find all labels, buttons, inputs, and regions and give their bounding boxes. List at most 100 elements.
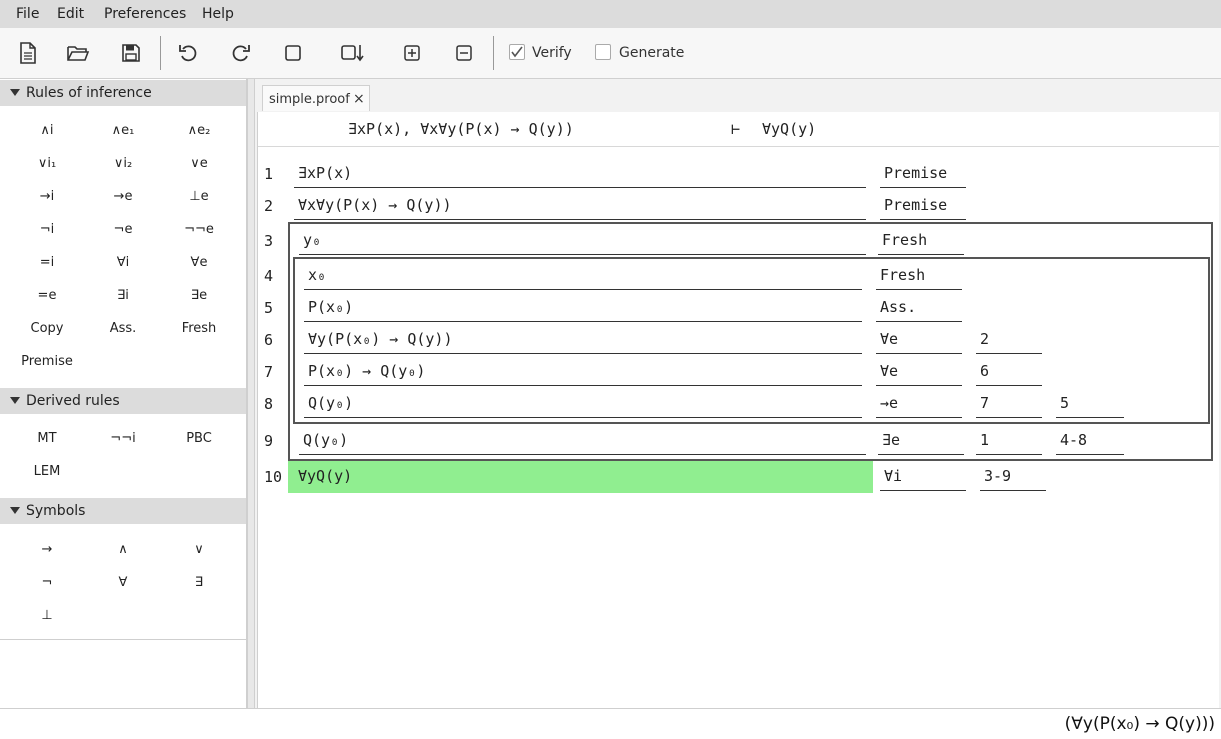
toolbar-separator [160, 36, 161, 70]
rule-field[interactable]: ∀e [876, 356, 962, 386]
reference-field[interactable]: 6 [976, 356, 1042, 386]
derived-rules-header[interactable]: Derived rules [0, 388, 246, 414]
formula-field[interactable]: x₀ [304, 260, 862, 290]
symbols-header[interactable]: Symbols [0, 498, 246, 524]
rule-field[interactable]: ∀e [876, 324, 962, 354]
menu-preferences[interactable]: Preferences [104, 6, 186, 22]
line-number: 10 [264, 468, 283, 486]
line-number: 7 [264, 363, 274, 381]
rule-button[interactable]: ¬¬e [164, 219, 234, 241]
minus-square-icon[interactable] [450, 40, 478, 66]
rule-field[interactable]: Fresh [876, 260, 962, 290]
menu-help[interactable]: Help [202, 6, 234, 22]
tab-simple-proof[interactable]: simple.proof × [262, 85, 370, 111]
rule-field[interactable]: Ass. [876, 292, 962, 322]
symbol-button[interactable]: ∃ [164, 572, 234, 594]
formula-field[interactable]: ∀x∀y(P(x) → Q(y)) [294, 190, 866, 220]
derived-rule-button[interactable]: PBC [164, 428, 234, 450]
rule-button[interactable]: ∃i [88, 285, 158, 307]
undo-icon[interactable] [174, 40, 202, 66]
symbol-button[interactable]: ∧ [88, 539, 158, 561]
reference-field[interactable]: 7 [976, 388, 1042, 418]
symbol-button[interactable]: ⊥ [12, 605, 82, 627]
reference-field[interactable]: 1 [976, 425, 1042, 455]
sidebar: Rules of inference ∧i ∧e₁ ∧e₂ ∨i₁ ∨i₂ ∨e →i →e ⊥… [0, 79, 247, 708]
save-icon[interactable] [117, 40, 145, 66]
rule-button[interactable]: →i [12, 186, 82, 208]
rule-button[interactable]: →e [88, 186, 158, 208]
derived-rule-button[interactable]: MT [12, 428, 82, 450]
rule-button[interactable]: ∧e₂ [164, 120, 234, 142]
symbol-button[interactable]: → [12, 539, 82, 561]
symbol-button[interactable]: ∀ [88, 572, 158, 594]
formula-field[interactable]: P(x₀) [304, 292, 862, 322]
rule-field[interactable]: ∃e [878, 425, 964, 455]
symbol-button[interactable]: ∨ [164, 539, 234, 561]
rule-button[interactable]: Fresh [164, 318, 234, 340]
sequent-premises[interactable]: ∃xP(x), ∀x∀y(P(x) → Q(y)) [348, 120, 574, 138]
sequent-divider [258, 146, 1219, 147]
rule-button[interactable]: ∀i [88, 252, 158, 274]
reference-field[interactable]: 2 [976, 324, 1042, 354]
formula-field[interactable]: P(x₀) → Q(y₀) [304, 356, 862, 386]
line-number: 2 [264, 197, 274, 215]
rule-field[interactable]: →e [876, 388, 962, 418]
tab-label: simple.proof [269, 92, 350, 107]
formula-field[interactable]: Q(y₀) [299, 425, 866, 455]
sidebar-divider [0, 639, 246, 640]
rule-button[interactable]: ∃e [164, 285, 234, 307]
rule-field[interactable]: Premise [880, 158, 966, 188]
rule-field[interactable]: Premise [880, 190, 966, 220]
open-folder-icon[interactable] [64, 40, 92, 66]
rules-of-inference-header[interactable]: Rules of inference [0, 80, 246, 106]
rule-button[interactable]: Ass. [88, 318, 158, 340]
plus-square-icon[interactable] [398, 40, 426, 66]
line-number: 4 [264, 267, 274, 285]
formula-field[interactable]: ∀y(P(x₀) → Q(y)) [304, 324, 862, 354]
menu-edit[interactable]: Edit [57, 6, 84, 22]
rule-button[interactable]: ∧i [12, 120, 82, 142]
menu-file[interactable]: File [16, 6, 39, 22]
reference-field[interactable]: 4-8 [1056, 425, 1124, 455]
formula-field[interactable]: y₀ [299, 225, 866, 255]
rule-button[interactable]: Copy [12, 318, 82, 340]
rule-button[interactable]: ⊥e [164, 186, 234, 208]
reference-field[interactable]: 5 [1056, 388, 1124, 418]
rule-button[interactable]: ¬i [12, 219, 82, 241]
splitter-handle[interactable] [247, 79, 255, 708]
rule-button[interactable]: ∨e [164, 153, 234, 175]
reference-field[interactable]: 3-9 [980, 461, 1046, 491]
rule-button[interactable]: ¬e [88, 219, 158, 241]
derived-rule-button[interactable]: ¬¬i [88, 428, 158, 450]
square-arrow-down-icon[interactable] [338, 40, 366, 66]
new-file-icon[interactable] [14, 40, 42, 66]
rule-field[interactable]: Fresh [878, 225, 964, 255]
generate-label[interactable]: Generate [619, 45, 684, 61]
check-icon [511, 46, 523, 58]
verify-label[interactable]: Verify [532, 45, 572, 61]
line-number: 9 [264, 432, 274, 450]
status-bar: (∀y(P(x₀) → Q(y))) [0, 708, 1221, 739]
formula-field[interactable]: Q(y₀) [304, 388, 862, 418]
redo-icon[interactable] [227, 40, 255, 66]
formula-field[interactable]: ∃xP(x) [294, 158, 866, 188]
sequent-conclusion[interactable]: ∀yQ(y) [762, 120, 816, 138]
rule-button[interactable]: ∧e₁ [88, 120, 158, 142]
rule-button[interactable]: =e [12, 285, 82, 307]
line-number: 3 [264, 232, 274, 250]
rule-button[interactable]: ∀e [164, 252, 234, 274]
collapse-triangle-icon [10, 507, 20, 514]
rule-field[interactable]: ∀i [880, 461, 966, 491]
formula-field[interactable]: ∀yQ(y) [294, 461, 869, 491]
verify-checkbox[interactable] [509, 44, 525, 60]
derived-rule-button[interactable]: LEM [12, 461, 82, 483]
status-text: (∀y(P(x₀) → Q(y))) [1064, 714, 1215, 734]
generate-checkbox[interactable] [595, 44, 611, 60]
rule-button[interactable]: =i [12, 252, 82, 274]
close-icon[interactable]: × [353, 91, 365, 107]
symbol-button[interactable]: ¬ [12, 572, 82, 594]
square-icon[interactable] [279, 40, 307, 66]
rule-button[interactable]: ∨i₂ [88, 153, 158, 175]
rule-button[interactable]: Premise [12, 351, 82, 373]
rule-button[interactable]: ∨i₁ [12, 153, 82, 175]
